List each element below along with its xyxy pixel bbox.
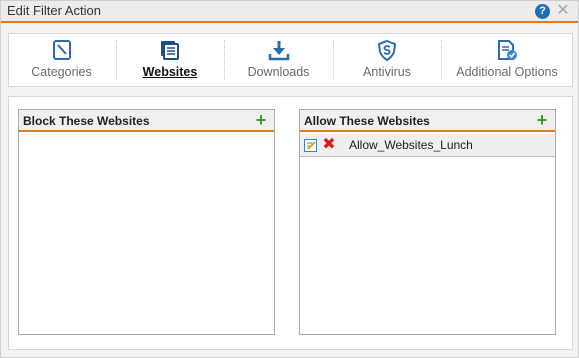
tab-label: Websites	[142, 65, 198, 79]
tab-label: Additional Options	[456, 65, 558, 79]
panel-title: Allow These Websites	[304, 114, 430, 128]
categories-icon	[52, 40, 71, 60]
add-allow-website-button[interactable]: +	[534, 111, 550, 129]
tab-label: Antivirus	[363, 65, 411, 79]
block-websites-panel: Block These Websites +	[18, 109, 275, 335]
tab-label: Downloads	[247, 65, 310, 79]
tab-antivirus[interactable]: Antivirus	[334, 34, 440, 86]
allow-entry-name: Allow_Websites_Lunch	[349, 138, 473, 152]
tab-additional-options[interactable]: Additional Options	[442, 34, 572, 86]
tab-downloads[interactable]: Downloads	[225, 34, 332, 86]
allow-websites-panel: Allow These Websites + ✖ Allow_Websites_…	[299, 109, 556, 335]
dialog-title: Edit Filter Action	[7, 3, 101, 18]
panel-header: Block These Websites +	[19, 110, 274, 132]
close-icon[interactable]: ✕	[555, 2, 571, 20]
edit-filter-action-dialog: Edit Filter Action ? ✕ Categories Websit…	[0, 0, 579, 358]
panel-header: Allow These Websites +	[300, 110, 555, 132]
tab-categories[interactable]: Categories	[9, 34, 114, 86]
tab-websites[interactable]: Websites	[117, 34, 223, 86]
panel-title: Block These Websites	[23, 114, 150, 128]
dialog-titlebar: Edit Filter Action ? ✕	[1, 1, 578, 23]
delete-icon[interactable]: ✖	[322, 137, 336, 153]
download-icon	[268, 41, 289, 61]
tab-label: Categories	[31, 65, 92, 79]
list-item[interactable]: ✖ Allow_Websites_Lunch	[300, 134, 555, 157]
websites-icon	[161, 41, 179, 60]
websites-content: Block These Websites + Allow These Websi…	[8, 96, 573, 350]
additional-options-icon	[498, 40, 517, 60]
help-icon[interactable]: ?	[535, 4, 550, 19]
add-block-website-button[interactable]: +	[253, 111, 269, 129]
tab-bar: Categories Websites Downloads Antivirus …	[8, 33, 573, 87]
antivirus-icon	[377, 39, 397, 61]
edit-icon[interactable]	[304, 139, 317, 152]
